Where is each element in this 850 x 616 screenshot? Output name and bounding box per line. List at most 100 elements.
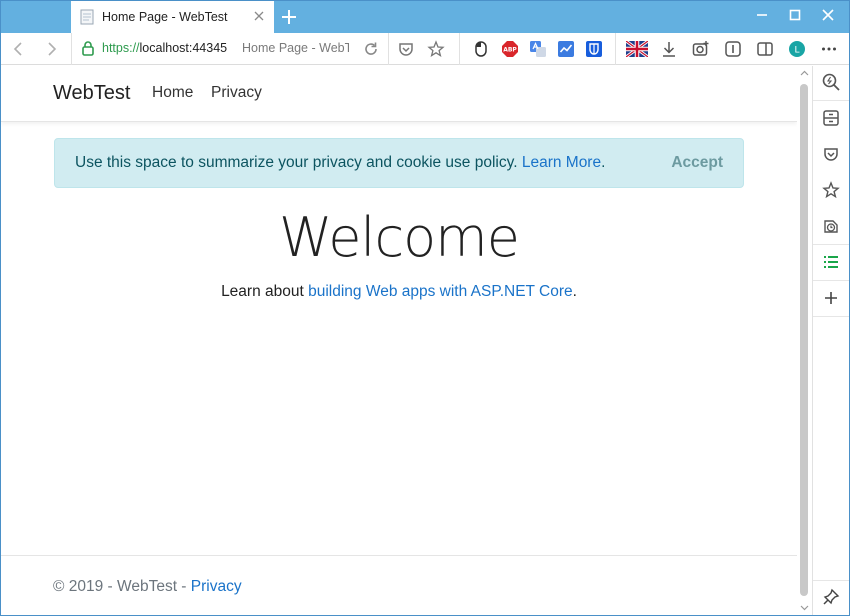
- language-button[interactable]: [626, 39, 648, 59]
- adblock-label: ABP: [503, 47, 517, 54]
- reload-icon: [365, 42, 377, 55]
- close-icon: [822, 9, 834, 21]
- sidebar-pocket-button[interactable]: [821, 144, 841, 164]
- reader-icon: [725, 41, 741, 57]
- nav-link-home[interactable]: Home: [152, 84, 193, 102]
- nav-link-privacy[interactable]: Privacy: [211, 84, 262, 102]
- url-page-title: Home Page - WebTest: [242, 41, 349, 55]
- adblock-icon: ABP: [502, 41, 518, 57]
- pin-icon: [823, 588, 840, 605]
- close-tab-icon[interactable]: [252, 9, 266, 23]
- sidebar-history-button[interactable]: [821, 216, 841, 236]
- shield-icon: [824, 148, 838, 161]
- star-icon: [822, 181, 840, 199]
- cookie-message: Use this space to summarize your privacy…: [75, 154, 605, 172]
- divider: [813, 316, 849, 317]
- page-heading: Welcome: [278, 206, 520, 269]
- sidebar-archive-button[interactable]: [821, 108, 841, 128]
- active-tab[interactable]: Home Page - WebTest: [71, 1, 274, 33]
- history-icon: [824, 220, 838, 233]
- page-icon: [80, 9, 94, 25]
- aspnet-core-link[interactable]: building Web apps with ASP.NET Core: [308, 283, 573, 300]
- search-icon: [822, 73, 840, 91]
- reload-button[interactable]: [361, 39, 381, 59]
- divider: [813, 280, 849, 281]
- url-field[interactable]: https://localhost:44345: [102, 41, 227, 55]
- lead-suffix: .: [572, 283, 577, 300]
- list-icon: [824, 256, 838, 268]
- divider: [388, 33, 389, 65]
- back-icon[interactable]: [10, 40, 28, 58]
- address-toolbar: https://localhost:44345 Home Page - WebT…: [1, 33, 849, 65]
- chart-icon: [558, 41, 574, 57]
- footer-text: © 2019 - WebTest - Privacy: [53, 578, 242, 596]
- download-icon: [663, 42, 675, 57]
- sidebar-reading-list-button[interactable]: [821, 252, 841, 272]
- sidebar-icon: [757, 42, 773, 56]
- site-footer: © 2019 - WebTest - Privacy: [1, 555, 797, 615]
- sidebar-pin-button[interactable]: [821, 587, 841, 607]
- plus-icon: [825, 292, 837, 304]
- password-manager-icon: [586, 41, 602, 57]
- cookie-consent-alert: Use this space to summarize your privacy…: [54, 138, 744, 188]
- screenshot-button[interactable]: [691, 39, 711, 59]
- pocket-button[interactable]: [396, 39, 416, 59]
- sidebar-search-button[interactable]: [821, 72, 841, 92]
- divider: [813, 244, 849, 245]
- flag-uk-icon: [626, 41, 648, 57]
- maximize-button[interactable]: [778, 1, 812, 29]
- minimize-button[interactable]: [745, 1, 779, 29]
- cookie-trailing: .: [601, 154, 606, 171]
- profile-button[interactable]: L: [787, 39, 807, 59]
- scroll-down-icon[interactable]: [800, 603, 809, 612]
- scrollbar-thumb[interactable]: [800, 84, 808, 596]
- lead-prefix: Learn about: [221, 283, 309, 300]
- star-icon: [427, 40, 445, 58]
- shield-icon: [399, 43, 413, 56]
- avatar-initial: L: [794, 46, 799, 56]
- divider: [813, 580, 849, 581]
- bitwarden-button[interactable]: [584, 39, 604, 59]
- accept-button[interactable]: Accept: [671, 154, 723, 172]
- site-navbar: WebTest Home Privacy: [1, 66, 797, 122]
- new-tab-icon[interactable]: [279, 7, 299, 27]
- browser-window: Home Page - WebTest https://localhost:44…: [0, 0, 850, 616]
- lock-icon[interactable]: [81, 40, 95, 56]
- site-brand[interactable]: WebTest: [53, 82, 130, 105]
- copyright-text: © 2019 - WebTest -: [53, 578, 191, 595]
- adblock-button[interactable]: ABP: [500, 39, 520, 59]
- url-scheme: https://: [102, 41, 140, 55]
- sidebar-toggle-button[interactable]: [755, 39, 775, 59]
- minimize-icon: [757, 14, 767, 16]
- sidebar-favorites-button[interactable]: [821, 180, 841, 200]
- url-host: localhost:44345: [139, 41, 228, 55]
- vertical-scrollbar[interactable]: [797, 66, 812, 615]
- translate-icon: [530, 41, 546, 57]
- divider: [71, 33, 72, 65]
- bookmark-button[interactable]: [426, 39, 446, 59]
- translate-button[interactable]: [528, 39, 548, 59]
- downloads-button[interactable]: [659, 39, 679, 59]
- page-viewport: WebTest Home Privacy Use this space to s…: [1, 66, 797, 615]
- tab-title: Home Page - WebTest: [102, 10, 228, 24]
- divider: [459, 33, 460, 65]
- maximize-icon: [789, 9, 801, 21]
- learn-more-link[interactable]: Learn More: [522, 154, 601, 171]
- divider: [615, 33, 616, 65]
- mouse-extension-button[interactable]: [471, 39, 491, 59]
- divider: [813, 100, 849, 101]
- reader-button[interactable]: [723, 39, 743, 59]
- camera-icon: [692, 41, 709, 56]
- footer-privacy-link[interactable]: Privacy: [191, 578, 242, 595]
- forward-icon[interactable]: [42, 40, 60, 58]
- scroll-up-icon[interactable]: [800, 69, 809, 78]
- title-bar: Home Page - WebTest: [1, 1, 849, 33]
- menu-button[interactable]: [819, 39, 839, 59]
- mouse-icon: [475, 41, 487, 57]
- more-icon: [822, 47, 836, 51]
- stats-extension-button[interactable]: [556, 39, 576, 59]
- browser-sidebar: [812, 66, 849, 615]
- sidebar-add-button[interactable]: [821, 288, 841, 308]
- close-window-button[interactable]: [811, 1, 845, 29]
- archive-icon: [823, 110, 839, 126]
